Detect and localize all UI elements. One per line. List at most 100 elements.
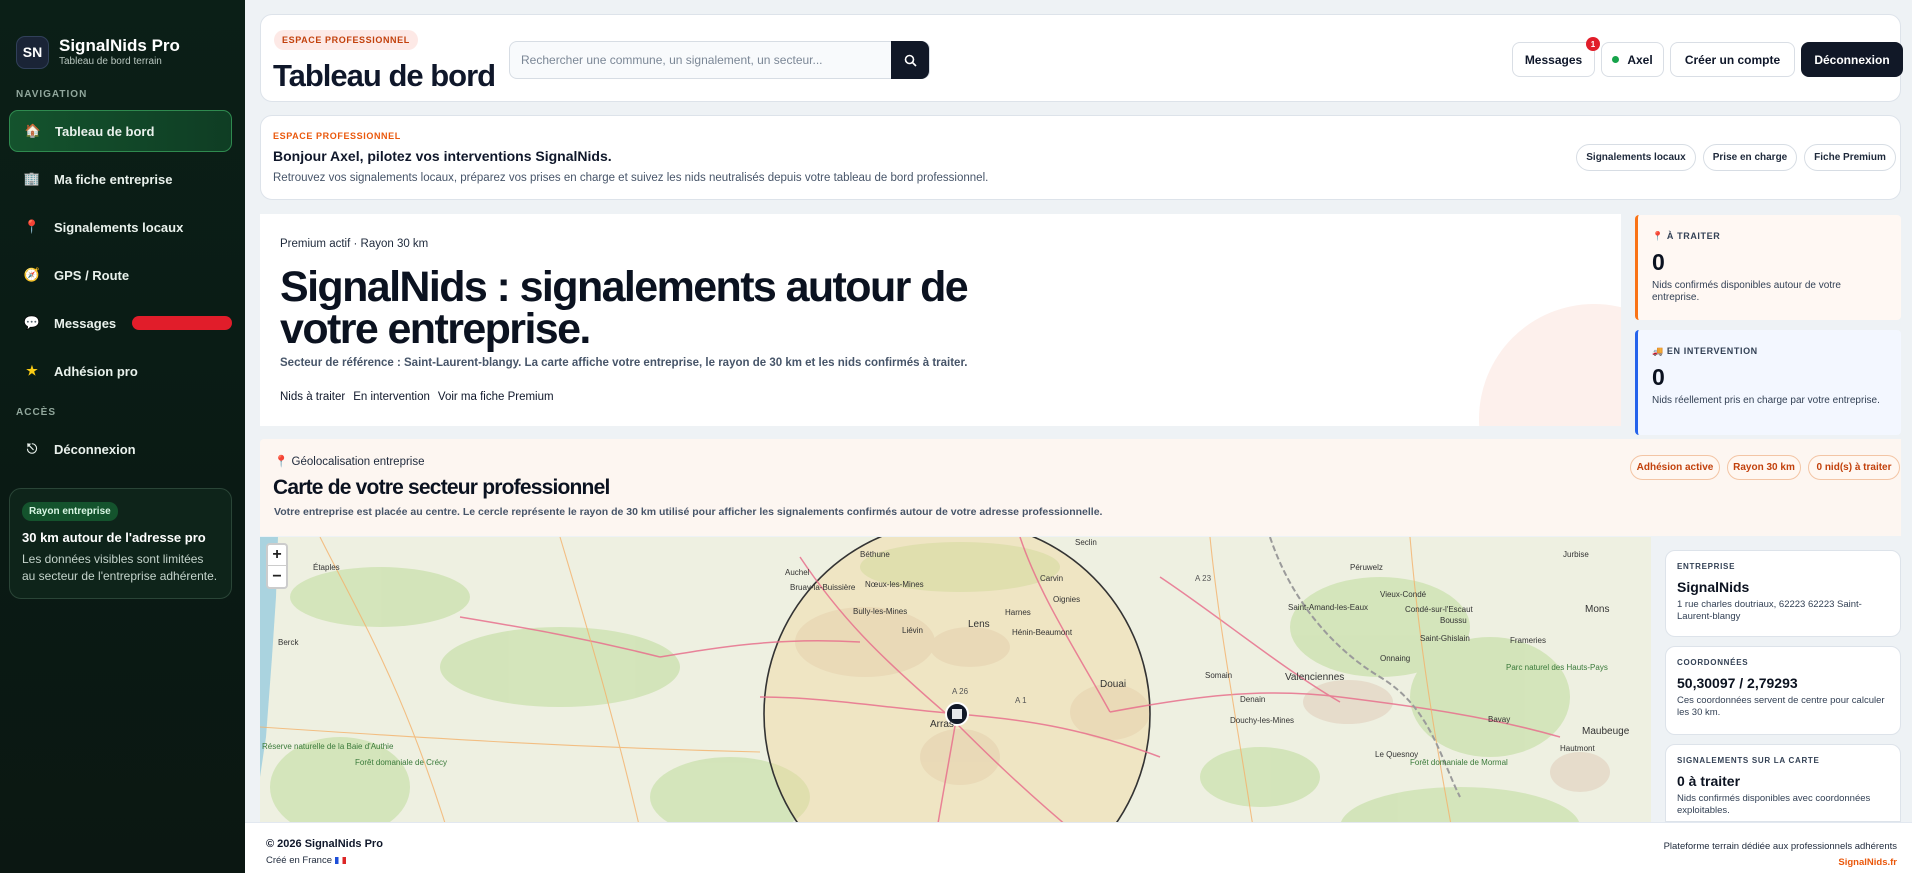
user-button[interactable]: Axel <box>1601 42 1664 77</box>
messages-button-label: Messages <box>1524 52 1583 67</box>
svg-text:Saint-Ghislain: Saint-Ghislain <box>1420 634 1470 643</box>
chip-prise-en-charge[interactable]: Prise en charge <box>1703 144 1797 171</box>
svg-text:Bruay-la-Buissière: Bruay-la-Buissière <box>790 583 856 592</box>
sidebar-item-ma-fiche[interactable]: 🏢 Ma fiche entreprise <box>9 158 232 200</box>
svg-text:A 23: A 23 <box>1195 574 1212 583</box>
sidebar-item-label: Adhésion pro <box>54 363 138 379</box>
chip-rayon: Rayon 30 km <box>1727 455 1801 480</box>
top-bar: Espace professionnel Tableau de bord Mes… <box>260 14 1903 102</box>
zoom-out-button[interactable]: − <box>268 566 286 587</box>
svg-text:Auchel: Auchel <box>785 568 810 577</box>
svg-text:Oignies: Oignies <box>1053 595 1080 604</box>
svg-text:Seclin: Seclin <box>1075 538 1097 547</box>
svg-text:Saint-Amand-les-Eaux: Saint-Amand-les-Eaux <box>1288 603 1368 612</box>
svg-text:Frameries: Frameries <box>1510 636 1546 645</box>
sidebar-item-label: Signalements locaux <box>54 219 184 235</box>
link-en-intervention[interactable]: En intervention <box>353 391 430 403</box>
link-fiche-premium[interactable]: Voir ma fiche Premium <box>438 391 554 403</box>
flag-france-icon <box>334 856 346 864</box>
map-pin-icon: 📍 <box>23 219 41 234</box>
footer-copyright: © 2026 SignalNids Pro <box>266 838 383 850</box>
hero-kicker: Premium actif · Rayon 30 km <box>280 238 429 250</box>
info-label: Entreprise <box>1677 562 1736 571</box>
sidebar-item-gps[interactable]: 🧭 GPS / Route <box>9 254 232 296</box>
sidebar-item-adhesion[interactable]: ★ Adhésion pro <box>9 350 232 392</box>
svg-text:Douai: Douai <box>1100 679 1126 690</box>
zoom-in-button[interactable]: + <box>268 545 286 566</box>
sidebar-item-tableau-de-bord[interactable]: 🏠 Tableau de bord <box>9 110 232 152</box>
info-coordonnees: Coordonnées 50,30097 / 2,79293 Ces coord… <box>1665 646 1901 735</box>
chip-signalements-locaux[interactable]: Signalements locaux <box>1576 144 1696 171</box>
svg-text:Étaples: Étaples <box>313 563 340 572</box>
stat-label: 📍 À traiter <box>1652 231 1721 241</box>
main-content: Espace professionnel Tableau de bord Mes… <box>245 0 1912 873</box>
logout-button[interactable]: Déconnexion <box>1801 42 1903 77</box>
hero-links: Nids à traiter En intervention Voir ma f… <box>280 391 554 403</box>
svg-text:Forêt domaniale de Mormal: Forêt domaniale de Mormal <box>1410 758 1508 767</box>
hero-title: SignalNids : signalements autour de votr… <box>280 263 969 353</box>
geo-header: 📍 Géolocalisation entreprise Carte de vo… <box>260 439 1901 536</box>
search-button[interactable] <box>891 41 929 79</box>
page-title: Tableau de bord <box>273 58 496 93</box>
stat-card-en-intervention[interactable]: 🚚 En intervention 0 Nids réellement pris… <box>1635 330 1901 435</box>
messages-button[interactable]: Messages 1 <box>1512 37 1600 77</box>
geo-kicker: 📍 Géolocalisation entreprise <box>274 456 425 468</box>
svg-text:Nœux-les-Mines: Nœux-les-Mines <box>865 580 924 589</box>
welcome-text: Retrouvez vos signalements locaux, prépa… <box>273 172 989 184</box>
info-label: Coordonnées <box>1677 658 1749 667</box>
footer-made-in: Créé en France <box>266 855 346 866</box>
house-icon: 🏠 <box>24 123 42 138</box>
brand-subtitle: Tableau de bord terrain <box>59 56 162 67</box>
chip-fiche-premium[interactable]: Fiche Premium <box>1804 144 1896 171</box>
zoom-control: + − <box>266 543 288 589</box>
chat-icon: 💬 <box>23 315 41 330</box>
svg-text:Péruwelz: Péruwelz <box>1350 563 1383 572</box>
sidebar-item-label: Messages <box>54 315 117 331</box>
brand-logo: SN <box>16 35 49 69</box>
rayon-badge: Rayon entreprise <box>22 502 118 521</box>
online-status-dot <box>1612 56 1620 63</box>
hero-subtitle: Secteur de référence : Saint-Laurent-bla… <box>280 357 968 369</box>
map-pin-icon: 📍 <box>274 456 289 468</box>
svg-text:Boussu: Boussu <box>1440 616 1467 625</box>
sidebar-item-messages[interactable]: 💬 Messages <box>9 302 232 344</box>
stat-value: 0 <box>1652 249 1665 275</box>
chip-adhesion-active: Adhésion active <box>1630 455 1720 480</box>
geo-title: Carte de votre secteur professionnel <box>273 476 610 499</box>
svg-text:Jurbise: Jurbise <box>1563 550 1589 559</box>
svg-text:Valenciennes: Valenciennes <box>1285 672 1344 683</box>
svg-text:Lens: Lens <box>968 619 990 630</box>
search-input[interactable] <box>510 53 891 67</box>
sidebar: SN SignalNids Pro Tableau de bord terrai… <box>0 0 245 873</box>
svg-text:Réserve naturelle de la Baie d: Réserve naturelle de la Baie d'Authie <box>262 742 394 751</box>
star-icon: ★ <box>26 363 38 378</box>
stat-card-a-traiter[interactable]: 📍 À traiter 0 Nids confirmés disponibles… <box>1635 215 1901 320</box>
svg-text:Douchy-les-Mines: Douchy-les-Mines <box>1230 716 1294 725</box>
stat-label: 🚚 En intervention <box>1652 346 1758 356</box>
link-nids-a-traiter[interactable]: Nids à traiter <box>280 391 345 403</box>
brand[interactable]: SN SignalNids Pro Tableau de bord terrai… <box>0 0 245 76</box>
brand-name: SignalNids Pro <box>59 36 180 55</box>
footer-tagline: Plateforme terrain dédiée aux profession… <box>1663 841 1897 852</box>
rayon-card: Rayon entreprise 30 km autour de l'adres… <box>9 488 232 599</box>
svg-text:Hautmont: Hautmont <box>1560 744 1595 753</box>
access-section-title: Accès <box>16 407 57 418</box>
svg-text:Forêt domaniale de Crécy: Forêt domaniale de Crécy <box>355 758 447 767</box>
svg-text:Mons: Mons <box>1585 604 1609 615</box>
svg-text:Condé-sur-l'Escaut: Condé-sur-l'Escaut <box>1405 605 1474 614</box>
svg-text:Somain: Somain <box>1205 671 1232 680</box>
sidebar-item-logout[interactable]: ⎋ Déconnexion <box>9 428 232 470</box>
welcome-card: Espace professionnel Bonjour Axel, pilot… <box>260 115 1901 200</box>
rayon-text: Les données visibles sont limitées au se… <box>22 552 218 583</box>
sidebar-item-signalements[interactable]: 📍 Signalements locaux <box>9 206 232 248</box>
company-address: 1 rue charles doutriaux, 62223 62223 Sai… <box>1677 599 1862 622</box>
footer-site-link[interactable]: SignalNids.fr <box>1838 857 1897 868</box>
info-signalements: Signalements sur la carte 0 à traiter Ni… <box>1665 744 1901 822</box>
create-account-button[interactable]: Créer un compte <box>1670 42 1795 77</box>
search-bar <box>509 41 930 79</box>
svg-text:Bavay: Bavay <box>1488 715 1510 724</box>
svg-text:Denain: Denain <box>1240 695 1265 704</box>
sidebar-item-label: GPS / Route <box>54 267 130 283</box>
welcome-title: Bonjour Axel, pilotez vos interventions … <box>273 148 612 164</box>
truck-icon: 🚚 <box>1652 346 1664 356</box>
